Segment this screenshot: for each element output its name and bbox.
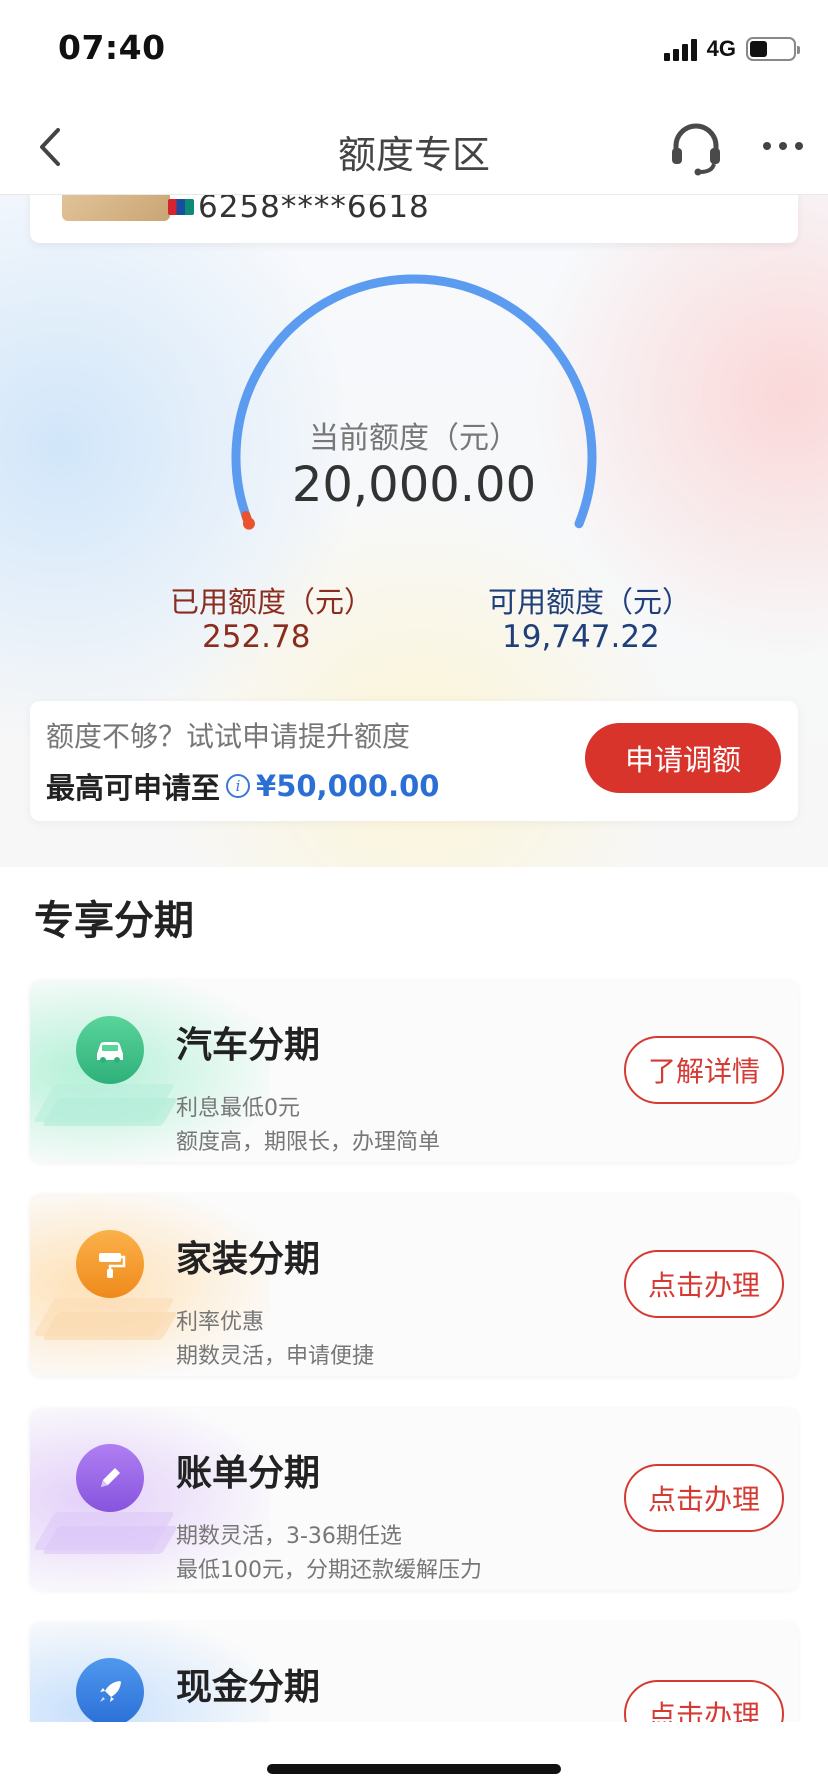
plate-decor [33,1084,175,1122]
installment-desc-1: 期数灵活，3-36期任选 [176,1524,402,1549]
rocket-icon [100,1681,121,1702]
installment-desc-2: 额度高，期限长，办理简单 [176,1130,441,1155]
current-quota-label: 当前额度（元） [309,421,519,456]
plate-decor [33,1298,175,1336]
rocket-icon-badge [76,1658,144,1726]
installment-desc-2: 最低100元，分期还款缓解压力 [176,1558,482,1583]
installment-card-car[interactable]: 汽车分期 利息最低0元 额度高，期限长，办理简单 了解详情 [30,980,798,1162]
raise-limit-max: 最高可申请至 i ¥50,000.00 [46,765,439,807]
status-indicators: 4G [663,36,800,62]
paint-roller-icon-badge [76,1230,144,1298]
apply-button[interactable]: 点击办理 [624,1464,784,1532]
status-bar: 07:40 4G [0,0,828,100]
section-title: 专享分期 [34,898,194,944]
plate-decor [33,1512,175,1550]
installment-title: 现金分期 [176,1667,321,1708]
installment-desc-1: 利息最低0元 [176,1096,300,1121]
car-icon-badge [76,1016,144,1084]
status-time: 07:40 [58,28,166,67]
raise-max-label: 最高可申请至 [46,771,221,805]
installment-title: 汽车分期 [176,1025,321,1066]
installment-card-bill[interactable]: 账单分期 期数灵活，3-36期任选 最低100元，分期还款缓解压力 点击办理 [30,1408,798,1590]
raise-limit-tip: 额度不够？试试申请提升额度 [46,720,411,753]
installment-desc-2: 期数灵活，申请便捷 [176,1344,375,1369]
current-quota-value: 20,000.00 [291,457,537,513]
raise-max-amount: ¥50,000.00 [256,769,440,803]
used-quota-value: 252.78 [202,619,311,655]
quota-panel: 6258****6618 当前额度（元） 20,000.00 已用额度（元） 2… [0,189,828,867]
network-type: 4G [706,36,736,61]
home-indicator-area [0,1722,828,1792]
raise-limit-card: 额度不够？试试申请提升额度 最高可申请至 i ¥50,000.00 申请调额 [30,701,798,821]
apply-button[interactable]: 点击办理 [624,1250,784,1318]
home-indicator[interactable] [267,1764,561,1774]
pen-icon-badge [76,1444,144,1512]
car-icon [97,1042,123,1063]
paint-roller-icon [99,1253,126,1278]
available-quota-label: 可用额度（元） [488,585,692,619]
unionpay-logo-icon [168,199,194,215]
apply-raise-button[interactable]: 申请调额 [585,723,781,793]
more-button[interactable] [758,124,808,174]
card-selector[interactable]: 6258****6618 [30,189,798,243]
headset-icon [672,123,720,176]
signal-icon [663,37,697,61]
used-quota-label: 已用额度（元） [170,585,374,619]
customer-service-button[interactable] [668,120,724,176]
installment-desc-1: 利率优惠 [176,1310,265,1335]
learn-more-button[interactable]: 了解详情 [624,1036,784,1104]
installment-title: 家装分期 [176,1239,321,1280]
info-icon[interactable]: i [226,774,251,798]
battery-icon [746,37,800,61]
nav-bar: 额度专区 [0,100,828,195]
more-dots-icon [763,142,803,150]
pen-icon [101,1468,120,1487]
available-quota-value: 19,747.22 [502,619,660,655]
installment-title: 账单分期 [176,1453,321,1494]
installment-card-home[interactable]: 家装分期 利率优惠 期数灵活，申请便捷 点击办理 [30,1194,798,1376]
battery-fill [750,41,767,57]
